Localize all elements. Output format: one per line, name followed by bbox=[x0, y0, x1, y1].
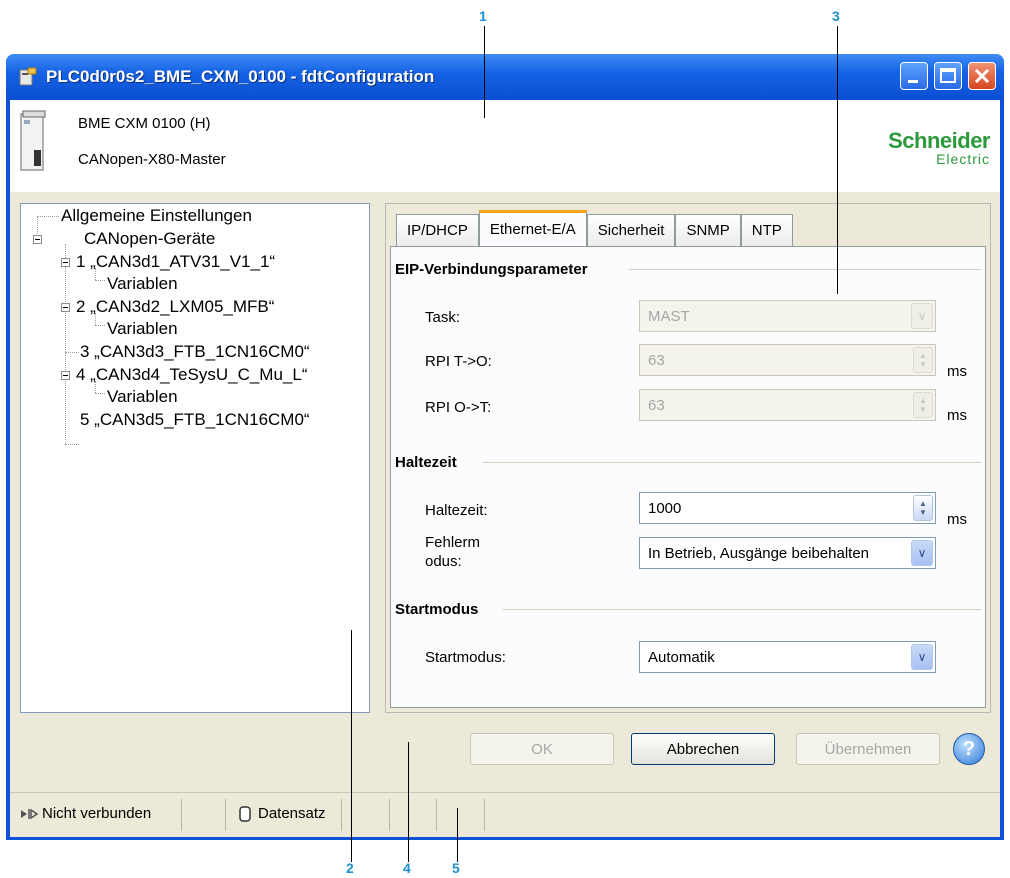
collapse-icon[interactable] bbox=[33, 234, 42, 244]
tree-item-label: Variablen bbox=[107, 274, 178, 293]
schneider-electric-logo: Schneider Electric bbox=[888, 128, 990, 167]
settings-panel: IP/DHCP Ethernet-E/A Sicherheit SNMP NTP… bbox=[385, 203, 991, 713]
tree-item-device-5[interactable]: 5 „CAN3d5_FTB_1CN16CM0“ bbox=[80, 410, 310, 430]
apply-button[interactable]: Übernehmen bbox=[796, 733, 940, 765]
tab-strip: IP/DHCP Ethernet-E/A Sicherheit SNMP NTP bbox=[396, 210, 793, 246]
start-mode-select[interactable]: Automatik ∨ bbox=[639, 641, 936, 673]
chevron-down-icon[interactable]: ∨ bbox=[911, 540, 933, 566]
maximize-button[interactable] bbox=[934, 62, 962, 90]
configuration-tree[interactable]: Allgemeine Einstellungen CANopen-Geräte … bbox=[20, 203, 370, 713]
chevron-down-icon[interactable]: ∨ bbox=[911, 303, 933, 329]
hold-time-unit: ms bbox=[947, 511, 967, 528]
tree-item-device-1[interactable]: 1 „CAN3d1_ATV31_V1_1“ bbox=[61, 252, 275, 272]
window-title: PLC0d0r0s2_BME_CXM_0100 - fdtConfigurati… bbox=[46, 67, 435, 86]
rpi-to-unit: ms bbox=[947, 363, 967, 380]
rpi-ot-label: RPI O->T: bbox=[425, 399, 492, 416]
device-header: BME CXM 0100 (H) CANopen-X80-Master Schn… bbox=[10, 100, 1000, 192]
window: PLC0d0r0s2_BME_CXM_0100 - fdtConfigurati… bbox=[6, 54, 1004, 840]
tree-item-label: 1 „CAN3d1_ATV31_V1_1“ bbox=[76, 252, 276, 271]
tree-item-label: Allgemeine Einstellungen bbox=[61, 206, 252, 225]
tab-ethernet-io[interactable]: Ethernet-E/A bbox=[478, 210, 587, 246]
fault-mode-select[interactable]: In Betrieb, Ausgänge beibehalten ∨ bbox=[639, 537, 936, 569]
task-label: Task: bbox=[425, 309, 461, 326]
tree-item-canopen-devices[interactable]: CANopen-Geräte bbox=[33, 229, 215, 249]
collapse-icon[interactable] bbox=[61, 302, 70, 312]
tab-ip-dhcp[interactable]: IP/DHCP bbox=[396, 214, 479, 246]
tab-security[interactable]: Sicherheit bbox=[586, 214, 676, 246]
tree-item-variables-2[interactable]: Variablen bbox=[107, 319, 178, 339]
tree-item-general-settings[interactable]: Allgemeine Einstellungen bbox=[61, 206, 252, 226]
client-area: BME CXM 0100 (H) CANopen-X80-Master Schn… bbox=[10, 100, 1000, 837]
eip-group-title: EIP-Verbindungsparameter bbox=[395, 261, 588, 278]
fault-mode-label-line-1: Fehlerm bbox=[425, 534, 481, 551]
hold-time-label: Haltezeit: bbox=[425, 502, 488, 519]
callout-4: 4 bbox=[403, 860, 411, 876]
dataset-status: Datensatz bbox=[238, 805, 326, 822]
start-group-title: Startmodus bbox=[395, 601, 479, 618]
tree-item-label: 4 „CAN3d4_TeSysU_C_Mu_L“ bbox=[76, 365, 308, 384]
task-select[interactable]: MAST ∨ bbox=[639, 300, 936, 332]
device-name: BME CXM 0100 (H) bbox=[78, 115, 211, 132]
titlebar[interactable]: PLC0d0r0s2_BME_CXM_0100 - fdtConfigurati… bbox=[6, 54, 1004, 100]
minimize-icon bbox=[908, 80, 918, 83]
tree-item-label: Variablen bbox=[107, 319, 178, 338]
rpi-ot-value: 63 bbox=[648, 396, 665, 414]
hold-time-value: 1000 bbox=[648, 499, 682, 517]
callout-1: 1 bbox=[479, 8, 487, 24]
start-mode-label: Startmodus: bbox=[425, 649, 506, 666]
tab-content-ethernet-io: EIP-Verbindungsparameter Task: MAST ∨ RP… bbox=[390, 246, 986, 708]
tree-item-variables-1[interactable]: Variablen bbox=[107, 274, 178, 294]
logo-text-top: Schneider bbox=[888, 128, 990, 153]
fault-mode-label: Fehlerm odus: bbox=[425, 533, 480, 571]
ok-button[interactable]: OK bbox=[470, 733, 614, 765]
collapse-icon[interactable] bbox=[61, 257, 70, 267]
close-button[interactable] bbox=[968, 62, 996, 90]
maximize-icon bbox=[940, 68, 956, 83]
rpi-ot-input[interactable]: 63 ▲ ▼ bbox=[639, 389, 936, 421]
hold-group-title: Haltezeit bbox=[395, 454, 457, 471]
database-icon bbox=[239, 805, 251, 822]
minimize-button[interactable] bbox=[900, 62, 928, 90]
device-module-icon bbox=[20, 110, 46, 171]
logo-text-bottom: Electric bbox=[936, 151, 990, 167]
tree-item-label: CANopen-Geräte bbox=[84, 229, 216, 248]
rpi-to-label: RPI T->O: bbox=[425, 353, 492, 370]
cancel-button[interactable]: Abbrechen bbox=[631, 733, 775, 765]
fault-mode-label-line-2: odus: bbox=[425, 553, 462, 570]
connection-status: Nicht verbunden bbox=[20, 805, 151, 822]
device-type: CANopen-X80-Master bbox=[78, 151, 226, 168]
spinner-icon[interactable]: ▲ ▼ bbox=[913, 392, 933, 418]
tree-item-device-2[interactable]: 2 „CAN3d2_LXM05_MFB“ bbox=[61, 297, 274, 317]
application-icon bbox=[19, 67, 37, 86]
callout-5: 5 bbox=[452, 860, 460, 876]
start-mode-value: Automatik bbox=[648, 648, 715, 666]
connection-status-text: Nicht verbunden bbox=[42, 805, 152, 822]
tree-item-label: 3 „CAN3d3_FTB_1CN16CM0“ bbox=[80, 342, 310, 361]
tree-item-label: Variablen bbox=[107, 387, 178, 406]
close-icon bbox=[974, 68, 990, 84]
status-bar: Nicht verbunden Datensatz bbox=[10, 792, 1000, 837]
chevron-down-icon[interactable]: ∨ bbox=[911, 644, 933, 670]
tree-item-device-3[interactable]: 3 „CAN3d3_FTB_1CN16CM0“ bbox=[80, 342, 310, 362]
rpi-ot-unit: ms bbox=[947, 407, 967, 424]
tree-item-label: 2 „CAN3d2_LXM05_MFB“ bbox=[76, 297, 275, 316]
fault-mode-value: In Betrieb, Ausgänge beibehalten bbox=[648, 544, 870, 562]
disconnected-icon bbox=[21, 808, 38, 819]
hold-time-input[interactable]: 1000 ▲ ▼ bbox=[639, 492, 936, 524]
spinner-icon[interactable]: ▲ ▼ bbox=[913, 495, 933, 521]
tab-ntp[interactable]: NTP bbox=[740, 214, 793, 246]
rpi-to-value: 63 bbox=[648, 351, 665, 369]
tree-item-variables-4[interactable]: Variablen bbox=[107, 387, 178, 407]
tree-item-label: 5 „CAN3d5_FTB_1CN16CM0“ bbox=[80, 410, 310, 429]
tab-snmp[interactable]: SNMP bbox=[675, 214, 741, 246]
spinner-icon[interactable]: ▲ ▼ bbox=[913, 347, 933, 373]
callout-2: 2 bbox=[346, 860, 354, 876]
task-value: MAST bbox=[648, 307, 690, 325]
tree-item-device-4[interactable]: 4 „CAN3d4_TeSysU_C_Mu_L“ bbox=[61, 365, 308, 385]
rpi-to-input[interactable]: 63 ▲ ▼ bbox=[639, 344, 936, 376]
collapse-icon[interactable] bbox=[61, 370, 70, 380]
help-button[interactable]: ? bbox=[953, 733, 985, 765]
callout-3: 3 bbox=[832, 8, 840, 24]
dataset-status-text: Datensatz bbox=[258, 805, 326, 822]
